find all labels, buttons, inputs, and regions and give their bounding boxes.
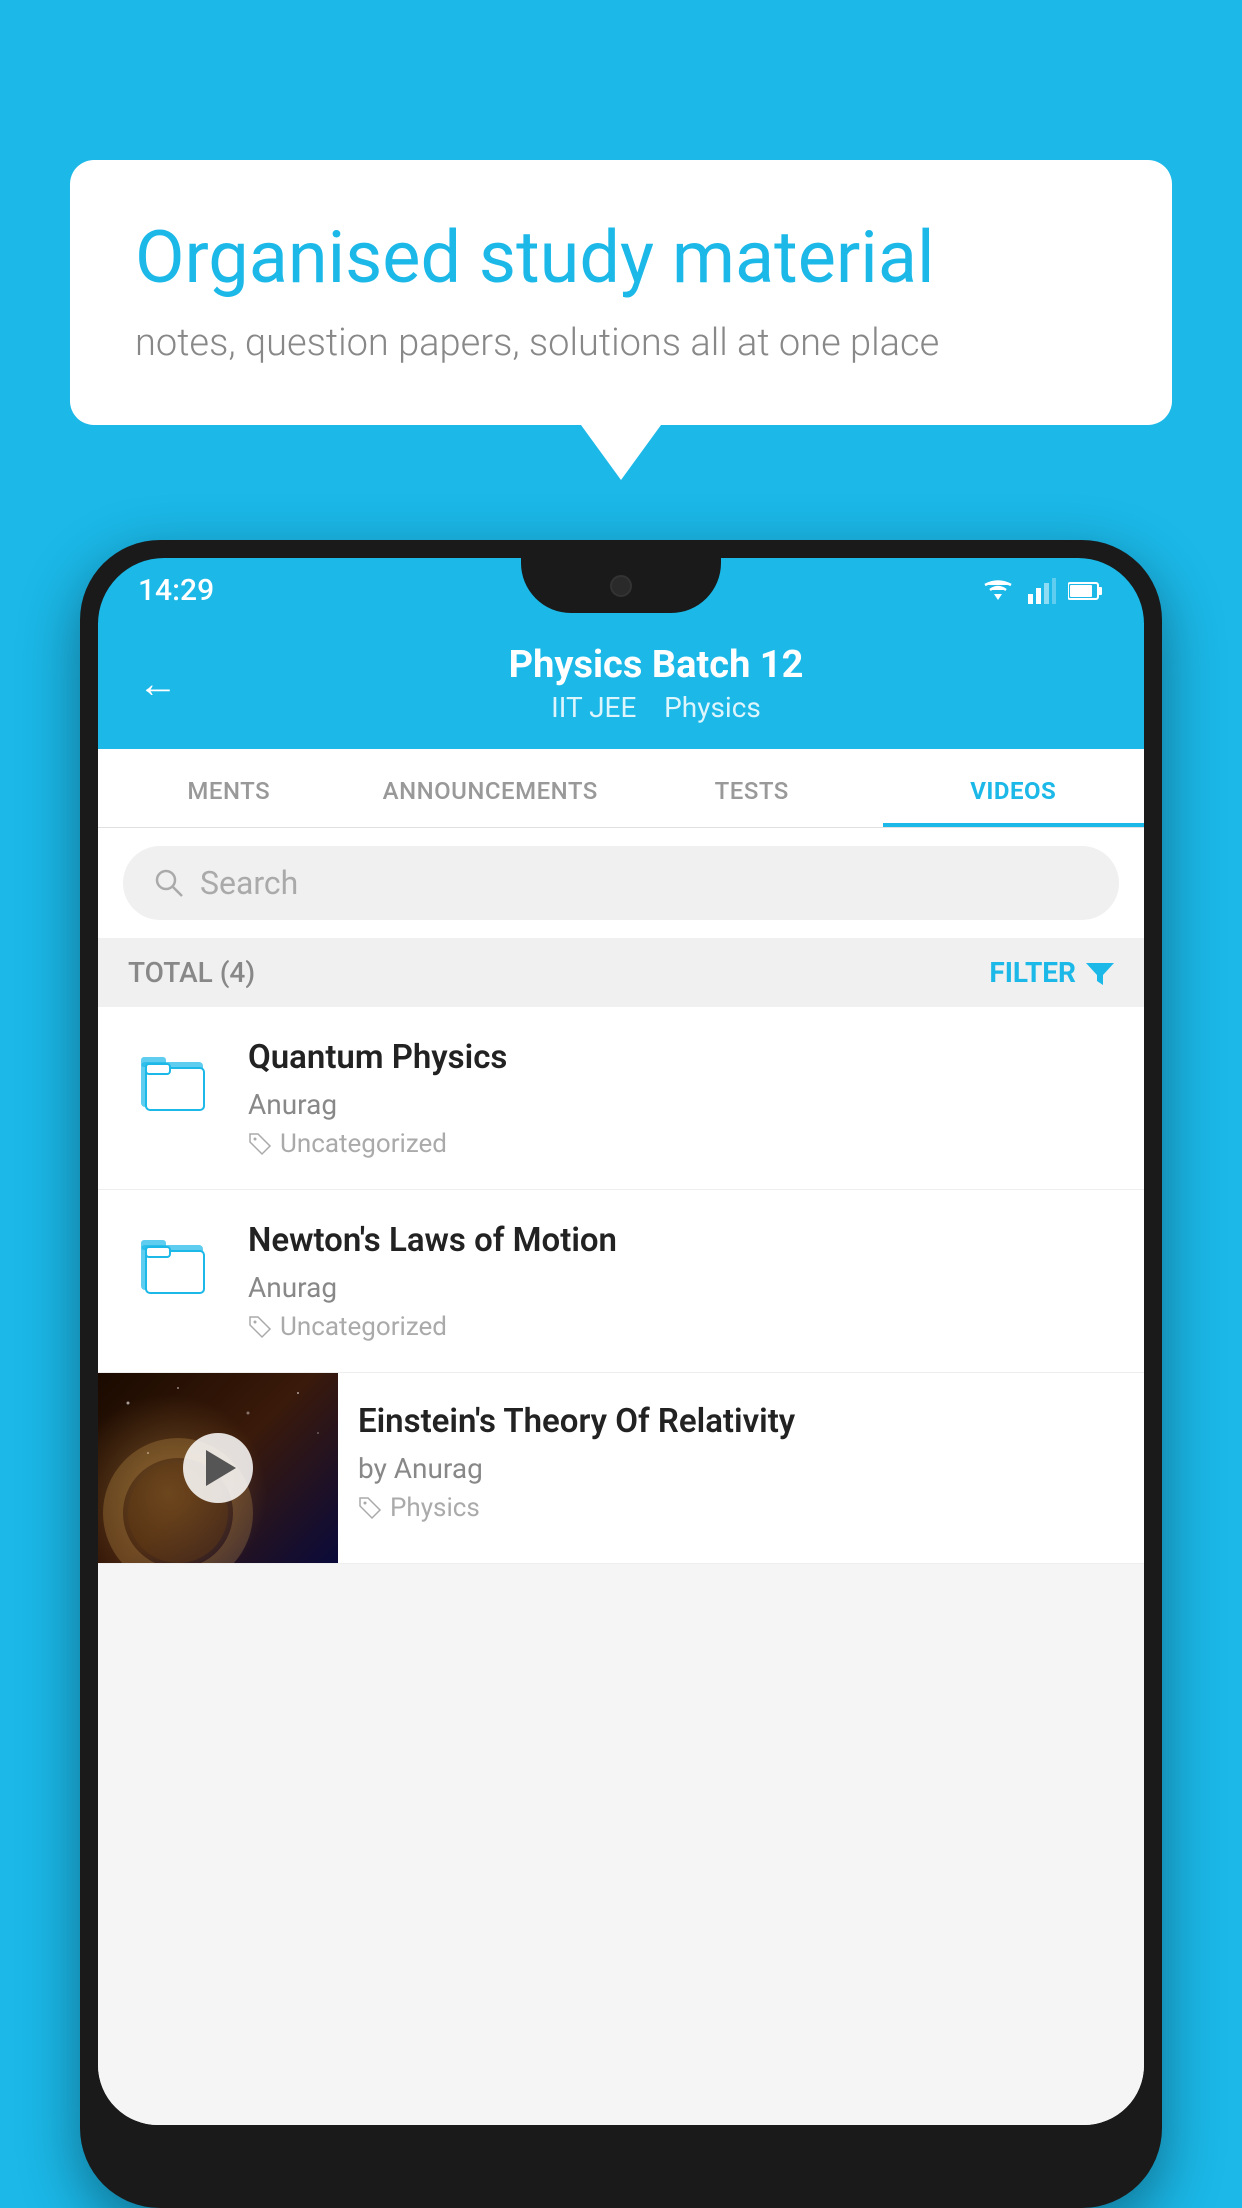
phone-notch: [521, 558, 721, 613]
video-list: Quantum Physics Anurag Uncategorized: [98, 1007, 1144, 1564]
header-title: Physics Batch 12: [208, 643, 1104, 687]
header-subtitle-part1: IIT JEE: [551, 691, 636, 724]
speech-bubble-card: Organised study material notes, question…: [70, 160, 1172, 425]
video-info: Quantum Physics Anurag Uncategorized: [248, 1037, 1119, 1159]
play-triangle-icon: [206, 1450, 236, 1486]
einstein-info: Einstein's Theory Of Relativity by Anura…: [338, 1373, 1144, 1551]
video-author: Anurag: [248, 1088, 1119, 1121]
tab-announcements[interactable]: ANNOUNCEMENTS: [360, 749, 622, 827]
tag-label: Physics: [390, 1493, 480, 1523]
status-time: 14:29: [138, 573, 214, 608]
play-button[interactable]: [183, 1433, 253, 1503]
speech-bubble-heading: Organised study material: [135, 215, 1107, 301]
folder-icon: [136, 1042, 211, 1117]
tag-icon: [248, 1132, 272, 1156]
video-tag: Uncategorized: [248, 1312, 1119, 1342]
video-tag: Uncategorized: [248, 1129, 1119, 1159]
filter-icon: [1086, 959, 1114, 987]
filter-label: FILTER: [989, 956, 1076, 989]
wifi-icon: [980, 578, 1016, 604]
speech-bubble-subtext: notes, question papers, solutions all at…: [135, 321, 1107, 365]
folder-icon-container: [123, 1220, 223, 1300]
phone-outer: 14:29: [80, 540, 1162, 2208]
video-author: by Anurag: [358, 1452, 1124, 1485]
video-author: Anurag: [248, 1271, 1119, 1304]
list-item[interactable]: Quantum Physics Anurag Uncategorized: [98, 1007, 1144, 1190]
folder-icon: [136, 1225, 211, 1300]
video-info: Newton's Laws of Motion Anurag Uncategor…: [248, 1220, 1119, 1342]
tab-videos[interactable]: VIDEOS: [883, 749, 1145, 827]
back-button[interactable]: ←: [138, 660, 178, 707]
header-title-group: Physics Batch 12 IIT JEE Physics: [208, 643, 1104, 724]
status-icons: [980, 578, 1104, 604]
tag-icon: [248, 1315, 272, 1339]
search-placeholder: Search: [200, 864, 298, 902]
tab-bar: MENTS ANNOUNCEMENTS TESTS VIDEOS: [98, 749, 1144, 828]
header-subtitle-part2: Physics: [664, 691, 761, 724]
video-title: Einstein's Theory Of Relativity: [358, 1401, 1124, 1444]
tag-label: Uncategorized: [280, 1129, 447, 1159]
app-header: ← Physics Batch 12 IIT JEE Physics: [98, 623, 1144, 749]
header-subtitle: IIT JEE Physics: [208, 691, 1104, 724]
camera-dot: [610, 575, 632, 597]
total-label: TOTAL (4): [128, 956, 255, 989]
list-item[interactable]: Newton's Laws of Motion Anurag Uncategor…: [98, 1190, 1144, 1373]
video-tag: Physics: [358, 1493, 1124, 1523]
screen-content: Search TOTAL (4) FILTER: [98, 828, 1144, 2125]
search-bar[interactable]: Search: [123, 846, 1119, 920]
einstein-thumbnail: [98, 1373, 338, 1563]
filter-button[interactable]: FILTER: [989, 956, 1114, 989]
tag-icon: [358, 1496, 382, 1520]
signal-icon: [1028, 578, 1056, 604]
tab-ments[interactable]: MENTS: [98, 749, 360, 827]
tag-label: Uncategorized: [280, 1312, 447, 1342]
folder-icon-container: [123, 1037, 223, 1117]
phone-inner: 14:29: [98, 558, 1144, 2190]
video-title: Quantum Physics: [248, 1037, 1119, 1080]
phone-wrapper: 14:29: [80, 540, 1162, 2208]
tab-tests[interactable]: TESTS: [621, 749, 883, 827]
phone-screen: ← Physics Batch 12 IIT JEE Physics MENTS: [98, 623, 1144, 2125]
video-title: Newton's Laws of Motion: [248, 1220, 1119, 1263]
search-bar-container: Search: [98, 828, 1144, 938]
filter-bar: TOTAL (4) FILTER: [98, 938, 1144, 1007]
speech-bubble-section: Organised study material notes, question…: [70, 160, 1172, 480]
list-item[interactable]: Einstein's Theory Of Relativity by Anura…: [98, 1373, 1144, 1564]
search-icon: [153, 867, 185, 899]
battery-icon: [1068, 581, 1104, 601]
speech-bubble-arrow: [581, 425, 661, 480]
